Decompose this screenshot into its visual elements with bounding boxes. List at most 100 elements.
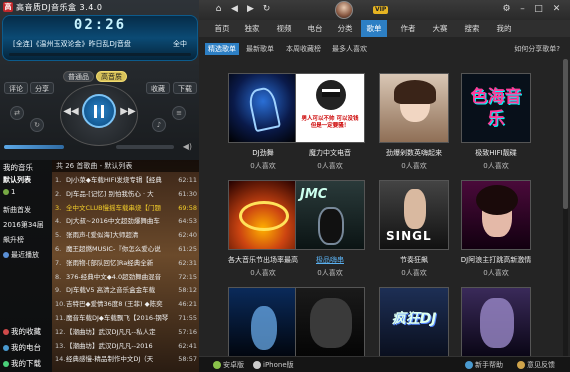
- playlist-row[interactable]: 1. DJ小菜◆车载HIFI发烧专辑【经典 62:11: [52, 174, 199, 187]
- back-icon[interactable]: ◀: [229, 4, 240, 15]
- library-item-recent[interactable]: 最近播放: [3, 250, 39, 260]
- library-item-1[interactable]: 1: [3, 188, 15, 196]
- android-icon: [213, 361, 221, 369]
- settings-icon[interactable]: ⚙: [501, 4, 512, 15]
- download-button[interactable]: 下载: [173, 82, 197, 94]
- playlist: 共 26 首歌曲 - 默认列表 1. DJ小菜◆车载HIFI发烧专辑【经典 62:1…: [52, 160, 199, 372]
- playlist-row[interactable]: 4. DJ大叔~2016中文超劲爆舞曲车 64:53: [52, 215, 199, 228]
- nav-tab[interactable]: 我的: [491, 20, 517, 37]
- next-icon[interactable]: ▶▶: [120, 105, 136, 119]
- card-cover[interactable]: SINGL: [379, 180, 449, 250]
- feedback-link[interactable]: 意见反馈: [517, 359, 555, 371]
- share-playlist-link[interactable]: 如何分享歌单?: [514, 43, 560, 55]
- card-cover[interactable]: [228, 287, 298, 356]
- playlist-row[interactable]: 10. 吉特巴◆爱情36度8 (王菲) ◆陈奕 46:21: [52, 298, 199, 311]
- playlist-row[interactable]: 7. 张雨物-[部队回忆]Ra经典全新 62:31: [52, 257, 199, 270]
- collect-button[interactable]: 收藏: [146, 82, 170, 94]
- nav-tab[interactable]: 首页: [209, 20, 235, 37]
- library-item-rising[interactable]: 飙升榜: [3, 235, 24, 245]
- subtab[interactable]: 本周收藏榜: [283, 43, 324, 55]
- card-cover[interactable]: [228, 73, 298, 143]
- volume-icon[interactable]: ◀): [183, 142, 192, 151]
- avatar[interactable]: [335, 1, 353, 19]
- nav-tab[interactable]: 电台: [302, 20, 328, 37]
- card-title[interactable]: 极品嗨串: [285, 255, 375, 265]
- track-number: 9.: [55, 286, 62, 295]
- card-cover[interactable]: 色海音乐: [461, 73, 531, 143]
- nav-tab[interactable]: 视频: [271, 20, 297, 37]
- nav-tab[interactable]: 搜索: [459, 20, 485, 37]
- playlist-row[interactable]: 11. 魔音车载DJ◆车载飘飞【2016-钢琴 71:55: [52, 312, 199, 325]
- track-number: 4.: [55, 217, 62, 226]
- card-cover[interactable]: JMC: [295, 180, 365, 250]
- playlist-row[interactable]: 2. DJ车品-[记忆] 别怕我伤心 · 大 61:30: [52, 188, 199, 201]
- track-number: 6.: [55, 245, 62, 253]
- progress-bar[interactable]: [9, 53, 191, 56]
- home-icon[interactable]: ⌂: [213, 4, 224, 15]
- volume-row: ◀): [4, 142, 196, 153]
- card-cover[interactable]: 疯狂DJ: [379, 287, 449, 356]
- playlist-row[interactable]: 13. 【潮曲坊】武汉DJ凡凡--2016 62:41: [52, 340, 199, 353]
- share-button[interactable]: 分享: [30, 82, 54, 94]
- eq-icon[interactable]: ≡: [172, 106, 186, 120]
- card-cover[interactable]: [379, 73, 449, 143]
- library-item-default[interactable]: 默认列表: [3, 175, 31, 185]
- quality-high-button[interactable]: 高音质: [96, 71, 127, 82]
- nav-tab[interactable]: 作者: [395, 20, 421, 37]
- playlist-row[interactable]: 6. 魔王超燃MUSIC-『你怎么爱心说 61:25: [52, 243, 199, 256]
- scrollbar[interactable]: [563, 59, 568, 356]
- track-duration: 62:40: [178, 231, 197, 240]
- subtab[interactable]: 精选歌单: [205, 43, 239, 55]
- subtab[interactable]: 最新歌单: [243, 43, 277, 55]
- play-pause-button[interactable]: [82, 94, 116, 128]
- playlist-row[interactable]: 9. DJ车载V5 高清之音乐盒金车载 58:12: [52, 284, 199, 297]
- iphone-link[interactable]: iPhone版: [253, 359, 294, 371]
- player-titlebar[interactable]: 高 高音质DJ音乐盒 3.4.0: [0, 0, 199, 14]
- library-item-new[interactable]: 新曲首发: [3, 205, 31, 215]
- volume-slider[interactable]: [4, 145, 64, 149]
- playlist-row[interactable]: 12. 【潮曲坊】武汉DJ凡凡--私人定 57:16: [52, 326, 199, 339]
- card-cover[interactable]: 男人可以不帅 可以没钱 但是一定要骚！: [295, 73, 365, 143]
- nav-tab[interactable]: 歌单: [361, 20, 387, 37]
- nav-tab[interactable]: 分类: [332, 20, 358, 37]
- shuffle-icon[interactable]: ⇄: [10, 106, 24, 120]
- library-item-radio[interactable]: 我的电台: [3, 342, 41, 353]
- mode-icon[interactable]: ↻: [30, 118, 44, 132]
- card-title[interactable]: 节奏狂飙: [369, 255, 459, 265]
- scroll-thumb[interactable]: [563, 59, 568, 209]
- card-title[interactable]: DJ阿浪主打跳高新激情: [451, 255, 541, 265]
- comment-button[interactable]: 评论: [4, 82, 28, 94]
- track-duration: 46:21: [178, 300, 197, 309]
- playlist-row[interactable]: 14. 经典感慢-精品制作中文DJ（天 58:57: [52, 353, 199, 366]
- forward-icon[interactable]: ▶: [245, 4, 256, 15]
- help-link[interactable]: 新手帮助: [465, 359, 503, 371]
- balance-slider[interactable]: [116, 145, 174, 149]
- maximize-icon[interactable]: □: [533, 4, 544, 15]
- playlist-row[interactable]: 5. 张雨声-[爱似海]大师超清 62:40: [52, 229, 199, 242]
- quality-normal-button[interactable]: 普通品: [63, 71, 94, 82]
- refresh-icon[interactable]: ↻: [261, 4, 272, 15]
- card-cover[interactable]: [228, 180, 298, 250]
- card-cover[interactable]: [461, 180, 531, 250]
- subtab[interactable]: 最多人喜欢: [329, 43, 370, 55]
- card-title[interactable]: 极致HIFI靓碟: [451, 148, 541, 158]
- close-icon[interactable]: ✕: [551, 4, 562, 15]
- library-item-downloads[interactable]: 我的下载: [3, 358, 41, 369]
- lyrics-icon[interactable]: ♪: [152, 118, 166, 132]
- playlist-row[interactable]: 8. 376-经典中文◆4.0超劲舞曲混音 72:15: [52, 271, 199, 284]
- nav-tab[interactable]: 大赛: [427, 20, 453, 37]
- library-item-favorites[interactable]: 我的收藏: [3, 326, 41, 337]
- nav-tab[interactable]: 独家: [239, 20, 265, 37]
- android-link[interactable]: 安卓版: [213, 359, 244, 371]
- library-item-2016[interactable]: 2016第34届: [3, 220, 44, 230]
- card-title[interactable]: 劲爆剁数英嗨起来: [369, 148, 459, 158]
- card-cover[interactable]: [461, 287, 531, 356]
- playlist-row[interactable]: 3. 全中文CLUB慢摇车载串烧【门题 69:58: [52, 202, 199, 215]
- prev-icon[interactable]: ◀◀: [63, 105, 79, 119]
- track-duration: 64:53: [178, 217, 197, 226]
- play-mode-label[interactable]: 全中: [173, 39, 187, 49]
- card-cover[interactable]: [295, 287, 365, 356]
- card-title[interactable]: 魔力中文电音: [285, 148, 375, 158]
- minimize-icon[interactable]: –: [517, 4, 528, 15]
- card-likes: 0人喜欢: [317, 269, 343, 277]
